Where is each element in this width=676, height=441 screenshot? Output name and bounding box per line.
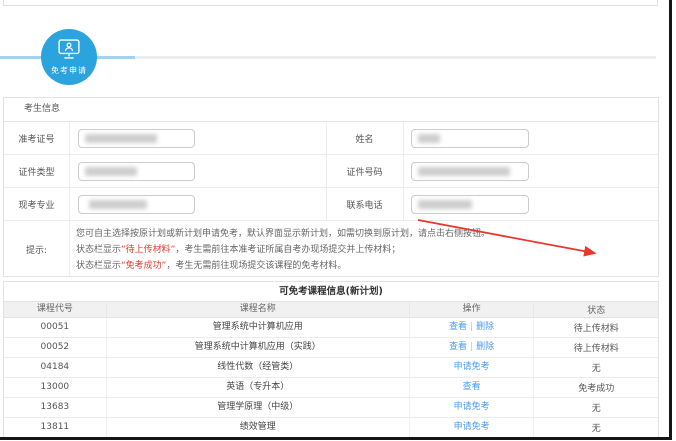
operation-cell: 申请免考 [410,358,535,377]
label-id-number: 证件号码 [326,155,403,188]
status-pending-upload-highlight: “待上传材料” [121,245,175,255]
id-type-input[interactable] [78,162,195,181]
form-row: 证件类型 证件号码 [4,155,658,188]
id-number-input[interactable] [411,162,529,181]
monitor-user-icon [58,39,80,61]
candidate-info-section-title: 考生信息 [4,98,658,122]
label-name: 姓名 [326,122,403,155]
masked-value [85,167,137,176]
masked-value [85,134,157,143]
stepper-progress-line-inactive [135,56,656,59]
status-cell: 免考成功 [534,381,658,394]
step-exemption-application[interactable]: 免考申请 [41,29,97,85]
table-body: 00051管理系统中计算机应用查看|删除待上传材料00052管理系统中计算机应用… [4,318,658,437]
operation-link[interactable]: 删除 [476,322,494,332]
status-success-highlight: “免考成功” [121,261,166,271]
course-code-cell: 00051 [4,318,107,337]
operation-link[interactable]: 查看 [463,382,481,392]
course-name-cell: 管理系统中计算机应用（实践） [107,338,410,357]
table-title: 可免考课程信息(新计划) [4,282,658,301]
course-code-cell: 00052 [4,338,107,357]
course-name-cell: 管理系统中计算机应用 [107,318,410,337]
masked-value [418,200,472,209]
hint-row: 提示: 您可自主选择按原计划或新计划申请免考，默认界面显示新计划，如需切换到原计… [4,221,658,278]
header-course-code: 课程代号 [4,302,107,317]
course-code-cell: 04184 [4,358,107,377]
operation-cell: 查看 [410,378,535,397]
label-id-type: 证件类型 [4,155,69,188]
status-cell: 无 [534,361,658,374]
previous-panel-bottom-edge [3,0,658,6]
operation-link[interactable]: 删除 [476,342,494,352]
course-code-cell: 13000 [4,378,107,397]
table-row: 00052管理系统中计算机应用（实践）查看|删除待上传材料 [4,338,658,358]
masked-value [89,200,147,209]
window-right-edge [669,0,672,440]
hint-line-2: 状态栏显示“待上传材料”，考生需前往本准考证所属自考办现场提交并上传材料； [76,242,516,258]
step-label: 免考申请 [41,65,97,76]
header-operation: 操作 [410,302,535,317]
form-row: 现考专业 联系电话 [4,188,658,221]
table-row: 13683管理学原理（中级） 申请免考 无 [4,398,658,418]
operation-link[interactable]: 申请免考 [454,362,490,372]
operation-link[interactable]: 查看 [449,322,467,332]
table-row: 13000英语（专升本） 查看 免考成功 [4,378,658,398]
course-name-cell: 英语（专升本） [107,378,410,397]
operation-link[interactable]: 查看 [449,342,467,352]
hint-line-1: 您可自主选择按原计划或新计划申请免考，默认界面显示新计划，如需切换到原计划，请点… [76,226,516,242]
operation-cell: 查看|删除 [410,318,535,337]
exemption-application-page: 免考申请 考生信息 准考证号 姓名 证件类型 证件号码 现考专业 联系电话 提示… [0,0,676,441]
contact-phone-input[interactable] [411,195,529,214]
hint-line-3: 状态栏显示“免考成功”，考生无需前往现场提交该课程的免考材料。 [76,258,516,274]
hint-label: 提示: [4,221,69,278]
candidate-info-panel: 考生信息 准考证号 姓名 证件类型 证件号码 现考专业 联系电话 提示: 您可自… [3,97,659,277]
operation-link[interactable]: 申请免考 [454,422,490,432]
masked-value [418,134,440,143]
header-status: 状态 [534,303,658,316]
operation-cell: 查看|删除 [410,338,535,357]
current-major-input[interactable] [78,195,195,214]
course-name-cell: 绩效管理 [107,418,410,437]
label-current-major: 现考专业 [4,188,69,221]
table-row: 00051管理系统中计算机应用查看|删除待上传材料 [4,318,658,338]
status-cell: 待上传材料 [534,341,658,354]
label-contact-phone: 联系电话 [326,188,403,221]
window-bottom-edge [0,437,672,440]
course-name-cell: 管理学原理（中级） [107,398,410,417]
label-exam-ticket-number: 准考证号 [4,122,69,155]
operation-cell: 申请免考 [410,418,535,437]
table-header-row: 课程代号 课程名称 操作 状态 [4,301,658,318]
status-cell: 无 [534,401,658,414]
status-cell: 待上传材料 [534,321,658,334]
course-code-cell: 13683 [4,398,107,417]
course-name-cell: 线性代数（经管类） [107,358,410,377]
exempt-courses-table: 可免考课程信息(新计划) 课程代号 课程名称 操作 状态 00051管理系统中计… [3,281,659,438]
operation-separator: | [470,342,473,352]
hint-text: 您可自主选择按原计划或新计划申请免考，默认界面显示新计划，如需切换到原计划，请点… [76,226,516,274]
masked-value [418,167,510,176]
exam-ticket-number-input[interactable] [78,129,195,148]
status-cell: 无 [534,421,658,434]
operation-cell: 申请免考 [410,398,535,417]
form-row: 准考证号 姓名 [4,122,658,155]
table-row: 04184线性代数（经管类） 申请免考 无 [4,358,658,378]
operation-separator: | [470,322,473,332]
operation-link[interactable]: 申请免考 [454,402,490,412]
course-code-cell: 13811 [4,418,107,437]
header-course-name: 课程名称 [107,302,410,317]
table-row: 13811绩效管理 申请免考 无 [4,418,658,437]
name-input[interactable] [411,129,529,148]
